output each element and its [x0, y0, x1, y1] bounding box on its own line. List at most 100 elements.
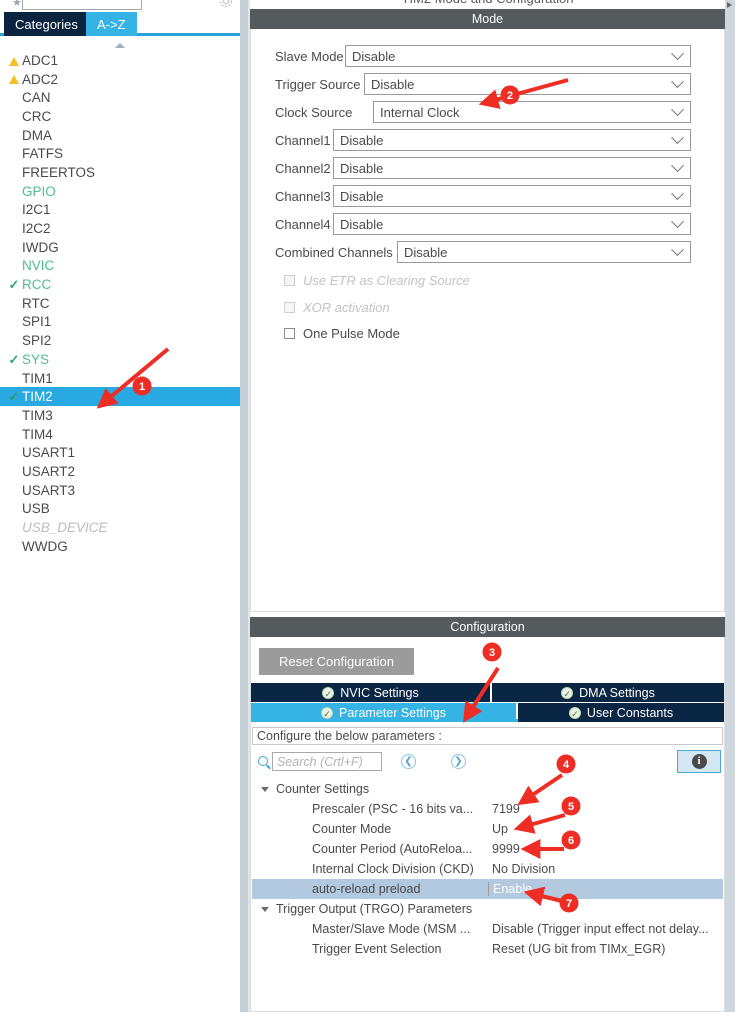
parameter-row-internal-clock-division-ckd[interactable]: Internal Clock Division (CKD) No Division — [252, 859, 723, 879]
select-value: Disable — [404, 244, 448, 260]
parameter-search-input[interactable]: Search (Crtl+F) — [272, 752, 382, 771]
peripheral-item-iwdg[interactable]: IWDG — [0, 238, 240, 257]
mode-row-channel4: Channel4 Disable — [251, 210, 726, 238]
parameter-value[interactable]: Reset (UG bit from TIMx_EGR) — [492, 942, 665, 956]
parameter-value[interactable]: Disable (Trigger input effect not delay.… — [492, 922, 709, 936]
parameter-group-label: Trigger Output (TRGO) Parameters — [276, 902, 473, 916]
peripheral-item-tim1[interactable]: TIM1 — [0, 369, 240, 388]
configuration-section-header: Configuration — [250, 617, 725, 637]
peripheral-item-tim4[interactable]: TIM4 — [0, 425, 240, 444]
peripheral-item-sys[interactable]: ✓ SYS — [0, 350, 240, 369]
gear-icon[interactable] — [219, 0, 233, 8]
tab-user-constants-label: User Constants — [586, 705, 674, 720]
mode-label: Channel2 — [275, 160, 331, 176]
peripheral-item-usb_device[interactable]: USB_DEVICE — [0, 518, 240, 537]
tab-dma-settings[interactable]: ✓ DMA Settings — [492, 683, 724, 702]
select-value: Internal Clock — [380, 104, 460, 120]
parameter-value[interactable]: Enable — [488, 882, 532, 896]
parameter-row-master-slave-mode-msm[interactable]: Master/Slave Mode (MSM ... Disable (Trigg… — [252, 919, 723, 939]
select-combined-channels[interactable]: Disable — [397, 241, 691, 263]
mode-row-clock-source: Clock Source Internal Clock — [251, 98, 726, 126]
select-value: Disable — [340, 160, 384, 176]
parameter-group-trigger-output-trgo-parameters[interactable]: Trigger Output (TRGO) Parameters — [252, 899, 723, 919]
peripheral-item-rcc[interactable]: ✓ RCC — [0, 275, 240, 294]
peripheral-item-label: I2C1 — [22, 202, 51, 218]
parameter-group-label: Counter Settings — [276, 782, 370, 796]
peripheral-item-usart1[interactable]: USART1 — [0, 443, 240, 462]
select-clock-source[interactable]: Internal Clock — [373, 101, 691, 123]
peripheral-item-rtc[interactable]: RTC — [0, 294, 240, 313]
panel-divider[interactable] — [240, 0, 250, 1012]
peripheral-item-spi1[interactable]: SPI1 — [0, 313, 240, 332]
peripheral-item-fatfs[interactable]: FATFS — [0, 144, 240, 163]
peripheral-item-i2c2[interactable]: I2C2 — [0, 219, 240, 238]
parameter-group-counter-settings[interactable]: Counter Settings — [252, 779, 723, 799]
tab-parameter-settings[interactable]: ✓ Parameter Settings — [251, 703, 516, 722]
select-channel4[interactable]: Disable — [333, 213, 691, 235]
tab-a-to-z[interactable]: A->Z — [86, 12, 137, 36]
tab-user-constants[interactable]: ✓ User Constants — [518, 703, 724, 722]
configuration-tabbar: ✓ NVIC Settings ✓ DMA Settings ✓ Paramet… — [251, 683, 724, 722]
peripheral-item-gpio[interactable]: GPIO — [0, 182, 240, 201]
parameter-value[interactable]: 7199 — [492, 802, 520, 816]
peripheral-item-freertos[interactable]: FREERTOS — [0, 163, 240, 182]
reset-configuration-button[interactable]: Reset Configuration — [259, 648, 414, 675]
parameter-row-prescaler-psc-16-bits-va[interactable]: Prescaler (PSC - 16 bits va... 7199 — [252, 799, 723, 819]
tab-categories[interactable]: Categories — [4, 12, 89, 36]
peripheral-item-usart2[interactable]: USART2 — [0, 462, 240, 481]
peripheral-item-usart3[interactable]: USART3 — [0, 481, 240, 500]
select-trigger-source[interactable]: Disable — [364, 73, 691, 95]
peripheral-item-wwdg[interactable]: WWDG — [0, 537, 240, 556]
peripheral-item-dma[interactable]: DMA — [0, 126, 240, 145]
chevron-right-icon[interactable]: ❯ — [451, 754, 466, 769]
select-slave-mode[interactable]: Disable — [345, 45, 691, 67]
peripheral-item-tim2[interactable]: ✓ TIM2 — [0, 387, 240, 407]
page-title: TIM2 Mode and Configuration — [250, 0, 725, 6]
select-channel3[interactable]: Disable — [333, 185, 691, 207]
peripheral-item-adc1[interactable]: ADC1 — [0, 51, 240, 70]
tab-dma-settings-label: DMA Settings — [579, 685, 655, 700]
parameter-value[interactable]: 9999 — [492, 842, 520, 856]
list-scroll-up-handle[interactable] — [0, 39, 240, 51]
chevron-down-icon[interactable] — [261, 906, 269, 912]
vertical-scrollbar[interactable] — [725, 0, 735, 1012]
peripheral-item-usb[interactable]: USB — [0, 500, 240, 519]
parameter-row-counter-mode[interactable]: Counter Mode Up — [252, 819, 723, 839]
peripheral-item-label: FATFS — [22, 146, 64, 162]
chevron-down-icon — [671, 187, 684, 201]
scrollbar-thumb[interactable] — [725, 0, 735, 10]
parameter-value[interactable]: Up — [492, 822, 508, 836]
checkbox-row-one-pulse-mode[interactable]: One Pulse Mode — [251, 320, 726, 346]
search-icon — [258, 756, 268, 766]
peripheral-item-tim3[interactable]: TIM3 — [0, 406, 240, 425]
chevron-down-icon[interactable] — [261, 786, 269, 792]
checkbox-use-etr-as-clearing-source — [284, 274, 295, 286]
checkbox-one-pulse-mode[interactable] — [284, 327, 295, 339]
peripheral-item-spi2[interactable]: SPI2 — [0, 331, 240, 350]
peripheral-item-crc[interactable]: CRC — [0, 107, 240, 126]
peripheral-item-adc2[interactable]: ADC2 — [0, 70, 240, 89]
parameter-row-counter-period-autoreloa[interactable]: Counter Period (AutoReloa... 9999 — [252, 839, 723, 859]
parameter-row-auto-reload-preload[interactable]: auto-reload preload Enable — [252, 879, 723, 899]
info-button[interactable]: i — [677, 750, 721, 773]
peripheral-item-i2c1[interactable]: I2C1 — [0, 201, 240, 220]
parameter-name: Counter Period (AutoReloa... — [312, 842, 473, 856]
parameter-row-trigger-event-selection[interactable]: Trigger Event Selection Reset (UG bit fro… — [252, 939, 723, 959]
parameter-name: Master/Slave Mode (MSM ... — [312, 922, 471, 936]
chevron-left-icon[interactable]: ❮ — [401, 754, 416, 769]
peripheral-item-nvic[interactable]: NVIC — [0, 257, 240, 276]
checkbox-row-xor-activation: XOR activation — [251, 294, 726, 320]
select-channel2[interactable]: Disable — [333, 157, 691, 179]
select-channel1[interactable]: Disable — [333, 129, 691, 151]
mode-row-channel3: Channel3 Disable — [251, 182, 726, 210]
peripheral-search-input[interactable] — [22, 0, 142, 10]
parameter-name: Internal Clock Division (CKD) — [312, 862, 474, 876]
select-value: Disable — [340, 188, 384, 204]
peripheral-item-can[interactable]: CAN — [0, 88, 240, 107]
tab-nvic-settings[interactable]: ✓ NVIC Settings — [251, 683, 490, 702]
chevron-down-icon — [671, 131, 684, 145]
check-icon: ✓ — [8, 276, 20, 292]
parameter-name: Counter Mode — [312, 822, 392, 836]
parameter-value[interactable]: No Division — [492, 862, 555, 876]
peripheral-tabbar: Categories A->Z — [0, 12, 240, 36]
